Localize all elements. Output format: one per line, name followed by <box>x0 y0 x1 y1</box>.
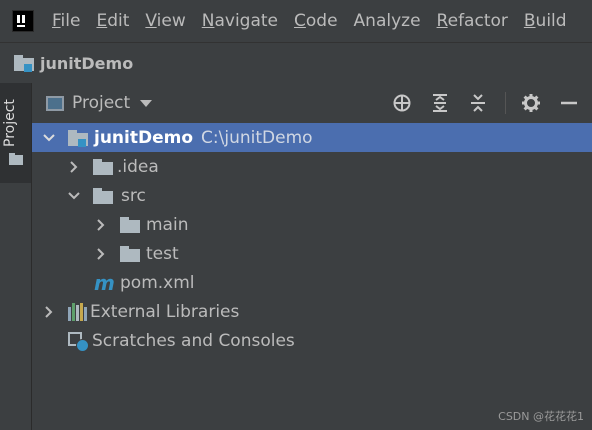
tree-item-label: src <box>121 185 146 206</box>
tree-item-main[interactable]: main <box>32 210 592 239</box>
tree-item-scratches[interactable]: Scratches and Consoles <box>32 326 592 355</box>
chevron-right-icon[interactable] <box>67 160 81 174</box>
module-folder-icon <box>68 129 88 147</box>
scratches-icon <box>68 331 89 352</box>
tool-window-strip: Project <box>0 83 32 430</box>
tree-item-external-libraries[interactable]: External Libraries <box>32 297 592 326</box>
chevron-right-icon[interactable] <box>42 305 56 319</box>
locate-icon[interactable] <box>391 92 413 114</box>
project-tree: junitDemo C:\junitDemo .idea src main te… <box>32 123 592 355</box>
tree-item-label: pom.xml <box>120 272 195 293</box>
tree-item-label: junitDemo <box>94 127 194 148</box>
breadcrumb: junitDemo <box>0 42 592 84</box>
menu-view[interactable]: View <box>145 11 185 31</box>
tree-item-junitdemo[interactable]: junitDemo C:\junitDemo <box>32 123 592 152</box>
maven-icon: m <box>94 270 115 295</box>
folder-icon <box>9 153 23 165</box>
tree-item-path: C:\junitDemo <box>201 127 313 148</box>
library-icon <box>68 302 87 321</box>
expand-all-icon[interactable] <box>429 92 451 114</box>
tree-item-label: .idea <box>117 156 159 177</box>
menu-navigate[interactable]: Navigate <box>202 11 278 31</box>
menu-refactor[interactable]: Refactor <box>437 11 508 31</box>
tree-item-label: test <box>146 243 179 264</box>
tree-item-test[interactable]: test <box>32 239 592 268</box>
project-tab-label: Project <box>2 99 18 147</box>
tree-item-pom[interactable]: m pom.xml <box>32 268 592 297</box>
project-panel: Project junitDemo C:\junitDemo .idea src… <box>32 83 592 430</box>
folder-icon <box>120 245 140 262</box>
chevron-right-icon[interactable] <box>94 218 108 232</box>
folder-icon <box>120 216 140 233</box>
menu-analyze[interactable]: Analyze <box>354 11 421 31</box>
tree-item-label: External Libraries <box>90 301 240 322</box>
collapse-all-icon[interactable] <box>467 92 489 114</box>
intellij-logo-icon[interactable] <box>12 10 34 32</box>
settings-icon[interactable] <box>520 92 542 114</box>
panel-title[interactable]: Project <box>72 93 130 113</box>
toolbar-divider <box>505 92 506 114</box>
folder-icon <box>93 187 113 204</box>
breadcrumb-project[interactable]: junitDemo <box>40 54 133 73</box>
chevron-down-icon[interactable] <box>140 99 153 107</box>
menu-file[interactable]: File <box>52 11 80 31</box>
tree-item-src[interactable]: src <box>32 181 592 210</box>
module-folder-icon <box>14 55 34 72</box>
project-tool-tab[interactable]: Project <box>0 83 31 183</box>
hide-icon[interactable] <box>558 92 580 114</box>
project-view-icon <box>46 95 64 111</box>
chevron-right-icon[interactable] <box>94 247 108 261</box>
menu-code[interactable]: Code <box>294 11 338 31</box>
watermark: CSDN @花花花1 <box>498 410 584 423</box>
menu-bar: File Edit View Navigate Code Analyze Ref… <box>0 0 592 42</box>
tree-item-label: Scratches and Consoles <box>92 330 295 351</box>
chevron-down-icon[interactable] <box>67 189 81 203</box>
chevron-down-icon[interactable] <box>42 131 56 145</box>
menu-build[interactable]: Build <box>524 11 567 31</box>
folder-icon <box>93 158 113 175</box>
tree-item-label: main <box>146 214 189 235</box>
menu-edit[interactable]: Edit <box>96 11 129 31</box>
panel-header: Project <box>32 83 592 123</box>
tree-item-idea[interactable]: .idea <box>32 152 592 181</box>
